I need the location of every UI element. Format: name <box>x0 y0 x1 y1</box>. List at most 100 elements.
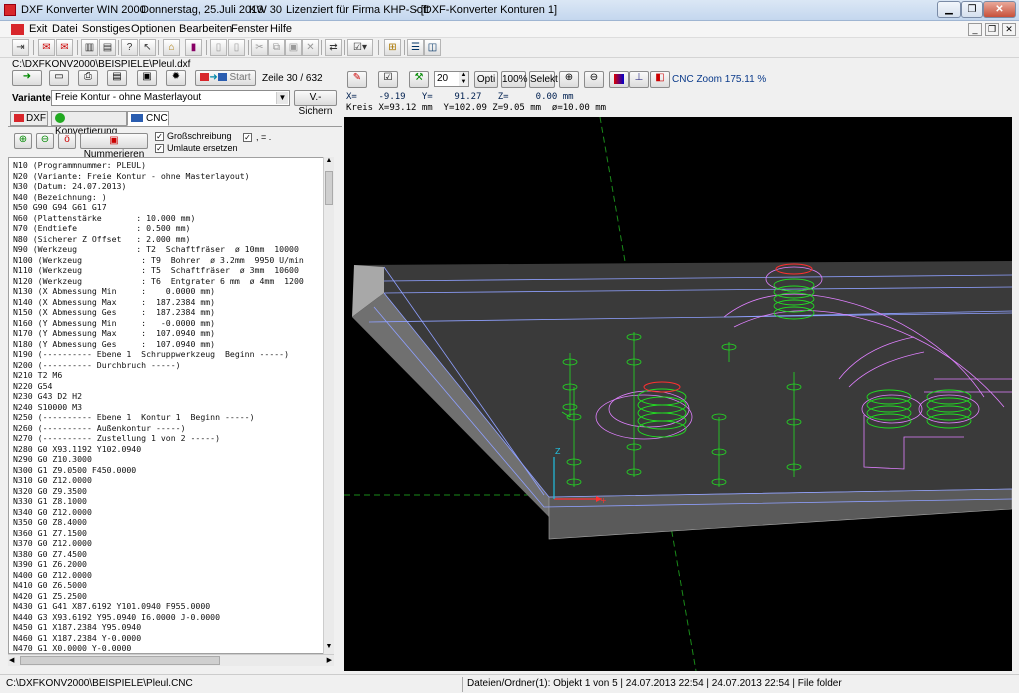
spinner-icon[interactable]: ▲ ▼ <box>459 72 468 86</box>
tab-konvertierung[interactable]: Konvertierung <box>51 111 127 137</box>
uppercase-checkbox[interactable]: ✓ <box>155 132 164 141</box>
vertical-scroll-thumb[interactable] <box>325 171 333 205</box>
menu-exit[interactable]: Exit <box>29 23 47 35</box>
delete-icon[interactable]: ✕ <box>302 39 319 56</box>
save-icon[interactable]: ▣ <box>137 70 157 86</box>
status-info: Dateien/Ordner(1): Objekt 1 von 5 | 24.0… <box>467 678 842 689</box>
comma-checkbox[interactable]: ✓ <box>243 133 252 142</box>
print-icon[interactable]: ⎙ <box>78 70 98 86</box>
axis-icon[interactable]: ⊥ <box>629 71 649 88</box>
cube-view-icon[interactable]: ◧ <box>650 71 670 88</box>
cnc-code-editor[interactable]: N10 (Programmnummer: PLEUL) N20 (Variante… <box>8 157 334 654</box>
menu-bearbeiten[interactable]: Bearbeiten <box>179 23 232 35</box>
home-icon[interactable]: ⌂ <box>163 39 180 56</box>
color-palette-icon[interactable] <box>609 71 629 88</box>
tab-divider <box>8 126 342 127</box>
code-line: N270 (---------- Zustellung 1 von 2 ----… <box>13 433 221 443</box>
copy-icon[interactable]: ⧉ <box>268 39 285 56</box>
menu-sonstiges[interactable]: Sonstiges <box>82 23 130 35</box>
mail-icon[interactable]: ✉ <box>38 39 55 56</box>
scroll-right-icon[interactable]: ▶ <box>327 656 332 664</box>
zoom-in-icon[interactable]: ⊕ <box>559 71 579 88</box>
code-line: N230 G43 D2 H2 <box>13 391 83 401</box>
code-line: N50 G90 G94 G61 G17 <box>13 202 107 212</box>
zoom-100-button[interactable]: 100% <box>501 71 528 88</box>
line-info: Zeile 30 / 632 <box>262 73 323 84</box>
code-line: N10 (Programmnummer: PLEUL) <box>13 160 147 170</box>
comma-label: , = . <box>256 132 272 142</box>
horizontal-scrollbar[interactable]: ◀ ▶ <box>8 654 334 666</box>
document2-icon[interactable]: ▯ <box>228 39 245 56</box>
horizontal-scroll-thumb[interactable] <box>20 656 220 665</box>
close-button[interactable]: ✕ <box>983 1 1016 18</box>
variant-select[interactable]: Freie Kontur - ohne Masterlayout ▼ <box>51 90 290 106</box>
code-line: N240 S10000 M3 <box>13 401 83 412</box>
code-line: N370 G0 Z12.0000 <box>13 538 92 548</box>
tab-dxf[interactable]: DXF <box>10 111 48 126</box>
minimize-button[interactable]: ▁ <box>937 1 961 18</box>
select-button[interactable]: Selekt <box>529 71 558 88</box>
split-vertical-icon[interactable]: ◫ <box>424 39 441 56</box>
tab-cnc-label: CNC <box>146 113 168 124</box>
exit-icon[interactable] <box>11 24 24 35</box>
mdi-close-button[interactable]: ✕ <box>1002 23 1016 36</box>
vertical-scrollbar[interactable]: ▲ ▼ <box>323 157 334 654</box>
umlaut-icon[interactable]: ö <box>58 133 76 149</box>
scroll-up-icon[interactable]: ▲ <box>324 157 334 168</box>
umlaut-checkbox[interactable]: ✓ <box>155 144 164 153</box>
code-line: N330 G1 Z8.1000 <box>13 496 87 506</box>
app-icon <box>4 4 16 16</box>
mdi-restore-button[interactable]: ❐ <box>985 23 999 36</box>
books-icon[interactable]: ▮ <box>185 39 202 56</box>
scroll-down-icon[interactable]: ▼ <box>324 643 334 654</box>
number-button[interactable]: ▣ Nummerieren <box>80 133 148 160</box>
monitor-icon[interactable]: ▭ <box>49 70 69 86</box>
convert-arrow-button[interactable]: ➜ <box>12 70 42 86</box>
remove-line-icon[interactable]: ⊖ <box>36 133 54 149</box>
chevron-down-icon[interactable]: ▼ <box>276 92 288 104</box>
maximize-button[interactable]: ❐ <box>961 1 983 18</box>
variant-save-button[interactable]: V.-Sichern <box>294 90 337 117</box>
tree-icon[interactable]: ⊞ <box>384 39 401 56</box>
pencil-icon[interactable]: ✎ <box>347 71 367 88</box>
help-icon[interactable]: ? <box>121 39 138 56</box>
code-line: N340 G0 Z12.0000 <box>13 506 92 517</box>
menu-fenster[interactable]: Fenster <box>231 23 268 35</box>
calculator-icon[interactable]: ▤ <box>99 39 116 56</box>
main-toolbar: ⇥ ✉ ✉ ▥ ▤ ? ↖ ⌂ ▮ ▯ ▯ ✂ ⧉ ▣ ✕ ⇄ ☑▾ ⊞ ☰ ◫ <box>0 38 1019 58</box>
context-help-icon[interactable]: ↖ <box>139 39 156 56</box>
mail2-icon[interactable]: ✉ <box>56 39 73 56</box>
measure-icon[interactable]: ⚒ <box>409 71 429 88</box>
paste-icon[interactable]: ▣ <box>285 39 302 56</box>
zoom-out-icon[interactable]: ⊖ <box>584 71 604 88</box>
menu-optionen[interactable]: Optionen <box>131 23 176 35</box>
opti-button[interactable]: Opti <box>474 71 498 88</box>
menu-datei[interactable]: Datei <box>52 23 78 35</box>
search-replace-icon[interactable]: ⇄ <box>325 39 342 56</box>
start-button[interactable]: ➜ Start <box>195 70 256 86</box>
print-preview-icon[interactable]: ▤ <box>107 70 127 86</box>
settings-gear-icon[interactable]: ✹ <box>166 70 186 86</box>
scroll-left-icon[interactable]: ◀ <box>9 656 14 664</box>
add-line-icon[interactable]: ⊕ <box>14 133 32 149</box>
code-line: N290 G0 Z10.3000 <box>13 454 92 464</box>
cnc-3d-viewport[interactable]: + Z <box>344 117 1012 671</box>
mdi-minimize-button[interactable]: _ <box>968 23 982 36</box>
document-icon[interactable]: ▯ <box>210 39 227 56</box>
tab-cnc[interactable]: CNC <box>127 111 169 126</box>
code-line: N160 (Y Abmessung Min : -0.0000 mm) <box>13 317 216 328</box>
exit-door-icon[interactable]: ⇥ <box>12 39 29 56</box>
menu-hilfe[interactable]: Hilfe <box>270 23 292 35</box>
code-line: N420 G1 Z5.2500 <box>13 590 87 601</box>
edit-list-icon[interactable]: ☑ <box>378 71 398 88</box>
code-line: N440 G3 X93.6192 Y95.0940 I6.0000 J-0.00… <box>13 611 221 622</box>
zoom-text: CNC Zoom 175.11 % <box>672 74 767 85</box>
code-line: N450 G1 X187.2384 Y95.0940 <box>13 622 142 632</box>
cut-icon[interactable]: ✂ <box>251 39 268 56</box>
checklist-dropdown-icon[interactable]: ☑▾ <box>347 39 373 56</box>
split-horizontal-icon[interactable]: ☰ <box>407 39 424 56</box>
code-line: N140 (X Abmessung Max : 187.2384 mm) <box>13 296 216 307</box>
step-input[interactable]: 20 ▲ ▼ <box>434 71 469 87</box>
book-icon[interactable]: ▥ <box>81 39 98 56</box>
code-line: N430 G1 G41 X87.6192 Y101.0940 F955.0000 <box>13 601 211 611</box>
